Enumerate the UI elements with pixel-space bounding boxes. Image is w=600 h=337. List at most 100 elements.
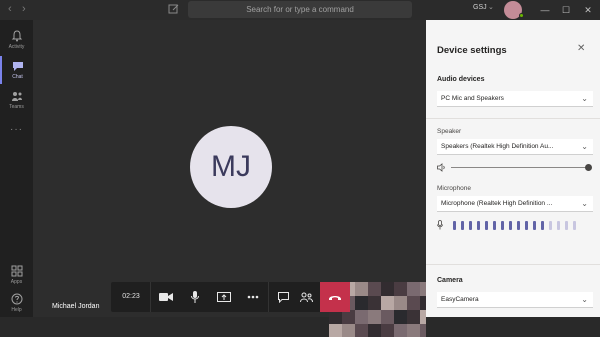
camera-select[interactable]: EasyCamera ⌄	[437, 292, 593, 308]
call-timer: 02:23	[122, 293, 140, 300]
rail-item-label: Teams	[9, 104, 24, 110]
rail-item-label: Apps	[10, 279, 23, 285]
conversation-icon	[277, 291, 289, 303]
video-pixel	[381, 282, 394, 296]
rail-item-label: Chat	[12, 74, 23, 80]
rail-item-teams[interactable]: Teams	[0, 86, 33, 114]
microphone-select[interactable]: Microphone (Realtek High Definition ... …	[437, 196, 593, 212]
video-pixel	[407, 296, 420, 310]
chat-icon	[12, 62, 23, 71]
chevron-down-icon: ⌄	[581, 142, 588, 151]
more-apps-icon[interactable]: ···	[0, 124, 33, 135]
video-pixel	[407, 282, 420, 296]
video-pixel	[368, 282, 381, 296]
video-pixel	[394, 282, 407, 296]
microphone-icon	[191, 291, 199, 303]
rail-item-label: Activity	[8, 44, 25, 50]
mic-level-segment	[461, 221, 464, 230]
video-pixel	[368, 296, 381, 310]
close-window-button[interactable]: ✕	[578, 0, 598, 20]
people-icon	[299, 292, 313, 302]
video-pixel	[394, 310, 407, 324]
participants-button[interactable]	[292, 282, 320, 312]
more-actions-button[interactable]	[239, 282, 267, 312]
video-pixel	[407, 324, 420, 337]
mic-level-segment	[549, 221, 552, 230]
search-input[interactable]: Search for or type a command	[188, 1, 412, 18]
forward-arrow-icon[interactable]: ›	[22, 3, 26, 15]
divider	[150, 282, 151, 312]
video-pixel	[420, 324, 426, 337]
title-bar: ‹ › Search for or type a command GSJ ⌄ —…	[0, 0, 600, 20]
divider	[426, 118, 600, 119]
help-icon	[11, 293, 22, 305]
mic-level-segment	[509, 221, 512, 230]
rail-item-help[interactable]: Help	[0, 289, 33, 317]
back-arrow-icon[interactable]: ‹	[8, 3, 12, 15]
share-button[interactable]	[210, 282, 238, 312]
video-pixel	[394, 324, 407, 337]
video-pixel	[355, 324, 368, 337]
audio-devices-heading: Audio devices	[437, 76, 485, 83]
divider	[426, 264, 600, 265]
hang-up-icon	[329, 295, 341, 300]
mic-level-segment	[517, 221, 520, 230]
share-screen-icon	[217, 291, 231, 302]
call-stage: MJ Michael Jordan 02:23	[33, 20, 426, 337]
video-pixel	[355, 310, 368, 324]
mic-button[interactable]	[181, 282, 209, 312]
video-pixel	[381, 324, 394, 337]
video-pixel	[342, 324, 355, 337]
mic-level-segment	[541, 221, 544, 230]
teams-icon	[11, 92, 22, 101]
video-pixel	[407, 310, 420, 324]
camera-heading: Camera	[437, 277, 463, 284]
presence-dot	[519, 13, 524, 18]
camera-button[interactable]	[152, 282, 180, 312]
video-pixel	[329, 310, 342, 324]
mic-level-segment	[485, 221, 488, 230]
apps-icon	[11, 265, 22, 277]
hang-up-button[interactable]	[320, 282, 350, 312]
mic-level-segment	[469, 221, 472, 230]
rail-item-apps[interactable]: Apps	[0, 261, 33, 289]
chevron-down-icon: ⌄	[581, 94, 588, 103]
video-pixel	[355, 296, 368, 310]
chevron-down-icon: ⌄	[581, 199, 588, 208]
participant-avatar: MJ	[190, 126, 272, 208]
bell-icon	[11, 30, 22, 42]
org-switcher[interactable]: GSJ	[473, 4, 487, 11]
panel-title: Device settings	[437, 45, 507, 56]
video-pixel	[394, 296, 407, 310]
mic-level-segment	[453, 221, 456, 230]
video-pixel	[381, 296, 394, 310]
speaker-volume-slider[interactable]	[451, 167, 589, 168]
mic-level-segment	[477, 221, 480, 230]
call-control-bar: 02:23	[111, 282, 350, 312]
compose-icon[interactable]	[168, 3, 180, 15]
rail-item-activity[interactable]: Activity	[0, 26, 33, 54]
mic-level-segment	[525, 221, 528, 230]
audio-device-value: PC Mic and Speakers	[441, 95, 504, 102]
speaker-volume-thumb[interactable]	[585, 164, 592, 171]
video-pixel	[368, 324, 381, 337]
mic-level-segment	[557, 221, 560, 230]
video-camera-icon	[159, 293, 173, 301]
mic-level-segment	[501, 221, 504, 230]
camera-value: EasyCamera	[441, 296, 479, 303]
minimize-button[interactable]: —	[535, 0, 555, 20]
speaker-select[interactable]: Speakers (Realtek High Definition Au... …	[437, 139, 593, 155]
rail-item-label: Help	[11, 307, 22, 313]
video-pixel	[381, 310, 394, 324]
chevron-down-icon[interactable]: ⌄	[488, 3, 494, 11]
close-icon[interactable]: ✕	[577, 43, 585, 54]
chevron-down-icon: ⌄	[581, 295, 588, 304]
maximize-button[interactable]: ☐	[556, 0, 576, 20]
audio-device-select[interactable]: PC Mic and Speakers ⌄	[437, 91, 593, 107]
speaker-volume-icon	[437, 163, 445, 172]
app-rail: Activity Chat Teams ··· Apps Help	[0, 20, 33, 317]
video-pixel	[368, 310, 381, 324]
device-settings-panel: Device settings ✕ Audio devices PC Mic a…	[426, 20, 600, 317]
mic-level-segment	[493, 221, 496, 230]
rail-item-chat[interactable]: Chat	[0, 56, 33, 84]
